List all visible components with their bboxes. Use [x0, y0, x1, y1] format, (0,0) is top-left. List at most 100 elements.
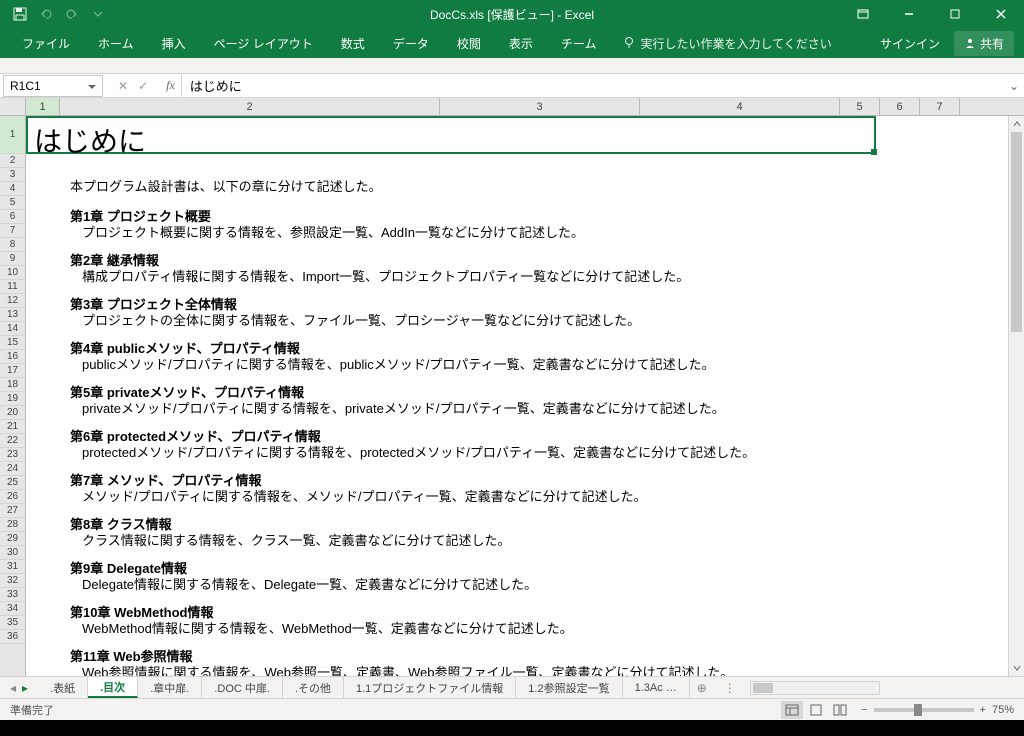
tab-page-layout[interactable]: ページ レイアウト [202, 31, 325, 56]
scroll-down-arrow[interactable] [1009, 660, 1024, 676]
row-header[interactable]: 23 [0, 448, 25, 462]
page-break-view-button[interactable] [829, 701, 851, 719]
redo-button[interactable] [60, 2, 84, 26]
row-header[interactable]: 1 [0, 116, 25, 154]
row-header[interactable]: 28 [0, 518, 25, 532]
row-header[interactable]: 17 [0, 364, 25, 378]
page-layout-view-button[interactable] [805, 701, 827, 719]
select-all-corner[interactable] [0, 98, 26, 115]
tab-view[interactable]: 表示 [497, 31, 545, 56]
fx-icon[interactable]: fx [160, 78, 181, 93]
formula-expand-button[interactable]: ⌄ [1004, 79, 1024, 93]
column-header[interactable]: 3 [440, 98, 640, 115]
hscroll-thumb[interactable] [753, 683, 773, 693]
chapter-description: Web参照情報に関する情報を、Web参照一覧、定義書、Web参照ファイル一覧、定… [70, 662, 734, 676]
row-header[interactable]: 36 [0, 630, 25, 644]
row-header[interactable]: 4 [0, 182, 25, 196]
ribbon-options-button[interactable] [840, 0, 886, 28]
column-header[interactable]: 2 [60, 98, 440, 115]
tab-nav-prev[interactable]: ◂ [10, 681, 16, 695]
chapter-description: publicメソッド/プロパティに関する情報を、publicメソッド/プロパティ… [70, 354, 715, 373]
row-header[interactable]: 24 [0, 462, 25, 476]
tab-nav-next[interactable]: ▸ [22, 681, 28, 695]
row-header[interactable]: 2 [0, 154, 25, 168]
qat-customize-button[interactable] [86, 2, 110, 26]
row-header[interactable]: 14 [0, 322, 25, 336]
sheet-tab[interactable]: .目次 [88, 677, 138, 698]
zoom-in-button[interactable]: + [980, 704, 986, 716]
maximize-button[interactable] [932, 0, 978, 28]
row-header[interactable]: 30 [0, 546, 25, 560]
row-header[interactable]: 6 [0, 210, 25, 224]
row-header[interactable]: 15 [0, 336, 25, 350]
row-header[interactable]: 7 [0, 224, 25, 238]
row-header[interactable]: 27 [0, 504, 25, 518]
sheet-tab[interactable]: 1.3Ac … [623, 677, 690, 698]
row-header[interactable]: 8 [0, 238, 25, 252]
undo-button[interactable] [34, 2, 58, 26]
sheet-tab[interactable]: 1.2参照設定一覧 [516, 677, 622, 698]
column-header[interactable]: 4 [640, 98, 840, 115]
row-header[interactable]: 35 [0, 616, 25, 630]
sheet-tab[interactable]: .章中扉. [138, 677, 202, 698]
minimize-button[interactable] [886, 0, 932, 28]
row-header[interactable]: 9 [0, 252, 25, 266]
signin-link[interactable]: サインイン [880, 35, 940, 52]
row-header[interactable]: 13 [0, 308, 25, 322]
normal-view-button[interactable] [781, 701, 803, 719]
formula-input[interactable]: はじめに [181, 74, 1004, 97]
row-header[interactable]: 5 [0, 196, 25, 210]
tab-home[interactable]: ホーム [86, 31, 146, 56]
row-header[interactable]: 21 [0, 420, 25, 434]
row-header[interactable]: 22 [0, 434, 25, 448]
share-button[interactable]: 共有 [954, 31, 1014, 56]
tab-overflow[interactable]: ⋮ [714, 681, 746, 695]
row-header[interactable]: 25 [0, 476, 25, 490]
column-header[interactable]: 1 [26, 98, 60, 115]
name-box[interactable]: R1C1 [3, 75, 103, 97]
vertical-scrollbar[interactable] [1008, 116, 1024, 676]
tab-insert[interactable]: 挿入 [150, 31, 198, 56]
zoom-out-button[interactable]: − [861, 704, 867, 716]
tab-data[interactable]: データ [381, 31, 441, 56]
tab-file[interactable]: ファイル [10, 31, 82, 56]
row-header[interactable]: 34 [0, 602, 25, 616]
row-header[interactable]: 29 [0, 532, 25, 546]
cancel-icon[interactable]: ✕ [118, 79, 128, 93]
row-header[interactable]: 3 [0, 168, 25, 182]
column-header[interactable]: 7 [920, 98, 960, 115]
tab-team[interactable]: チーム [549, 31, 609, 56]
horizontal-scrollbar[interactable] [750, 681, 880, 695]
column-header[interactable]: 6 [880, 98, 920, 115]
row-header[interactable]: 20 [0, 406, 25, 420]
close-button[interactable] [978, 0, 1024, 28]
row-header[interactable]: 10 [0, 266, 25, 280]
sheet-tab[interactable]: .DOC 中扉. [202, 677, 283, 698]
row-header[interactable]: 12 [0, 294, 25, 308]
save-button[interactable] [8, 2, 32, 26]
row-header[interactable]: 31 [0, 560, 25, 574]
cell-grid[interactable]: はじめに 本プログラム設計書は、以下の章に分けて記述した。第1章 プロジェクト概… [26, 116, 1024, 676]
zoom-slider[interactable] [874, 708, 974, 712]
row-header[interactable]: 19 [0, 392, 25, 406]
column-header[interactable]: 5 [840, 98, 880, 115]
zoom-level[interactable]: 75% [992, 704, 1014, 716]
enter-icon[interactable]: ✓ [138, 79, 148, 93]
intro-text: 本プログラム設計書は、以下の章に分けて記述した。 [70, 176, 382, 195]
row-header[interactable]: 33 [0, 588, 25, 602]
tab-formulas[interactable]: 数式 [329, 31, 377, 56]
row-header[interactable]: 32 [0, 574, 25, 588]
row-header[interactable]: 16 [0, 350, 25, 364]
sheet-tab[interactable]: 1.1プロジェクトファイル情報 [344, 677, 516, 698]
scroll-thumb[interactable] [1011, 132, 1022, 332]
add-sheet-button[interactable]: ⊕ [690, 681, 714, 695]
row-header[interactable]: 18 [0, 378, 25, 392]
sheet-tab[interactable]: .表紙 [38, 677, 88, 698]
fill-handle[interactable] [871, 149, 877, 155]
row-header[interactable]: 11 [0, 280, 25, 294]
scroll-up-arrow[interactable] [1009, 116, 1024, 132]
row-header[interactable]: 26 [0, 490, 25, 504]
tell-me-search[interactable]: 実行したい作業を入力してください [622, 35, 831, 52]
tab-review[interactable]: 校閲 [445, 31, 493, 56]
sheet-tab[interactable]: .その他 [283, 677, 344, 698]
